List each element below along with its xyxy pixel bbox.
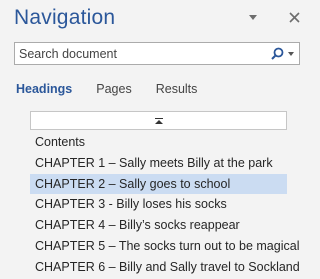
search-icon <box>271 47 284 60</box>
heading-item-chapter-2[interactable]: CHAPTER 2 – Sally goes to school <box>30 173 287 195</box>
close-icon <box>288 11 300 23</box>
close-pane-button[interactable] <box>285 8 303 26</box>
tab-headings[interactable]: Headings <box>16 82 72 96</box>
heading-item-chapter-1[interactable]: CHAPTER 1 – Sally meets Billy at the par… <box>30 153 287 174</box>
pane-options-button[interactable] <box>244 8 262 26</box>
chevron-down-icon <box>288 51 294 56</box>
heading-item-chapter-3[interactable]: CHAPTER 3 - Billy loses his socks <box>30 194 287 215</box>
nav-tabs: Headings Pages Results <box>16 82 221 96</box>
search-options-button[interactable] <box>271 47 299 60</box>
search-input[interactable] <box>15 43 271 64</box>
tab-pages[interactable]: Pages <box>96 82 131 96</box>
heading-item-chapter-6[interactable]: CHAPTER 6 – Billy and Sally travel to So… <box>30 257 300 278</box>
heading-item-contents[interactable]: Contents <box>30 132 287 153</box>
collapse-all-icon <box>154 117 163 124</box>
heading-item-chapter-4[interactable]: CHAPTER 4 – Billy’s socks reappear <box>30 215 287 236</box>
headings-list: Contents CHAPTER 1 – Sally meets Billy a… <box>30 132 300 278</box>
pane-title: Navigation <box>14 6 116 29</box>
collapse-all-button[interactable] <box>30 111 287 130</box>
chevron-down-icon <box>249 14 257 20</box>
heading-item-chapter-5[interactable]: CHAPTER 5 – The socks turn out to be mag… <box>30 236 299 257</box>
search-box <box>14 42 300 65</box>
tab-results[interactable]: Results <box>156 82 198 96</box>
